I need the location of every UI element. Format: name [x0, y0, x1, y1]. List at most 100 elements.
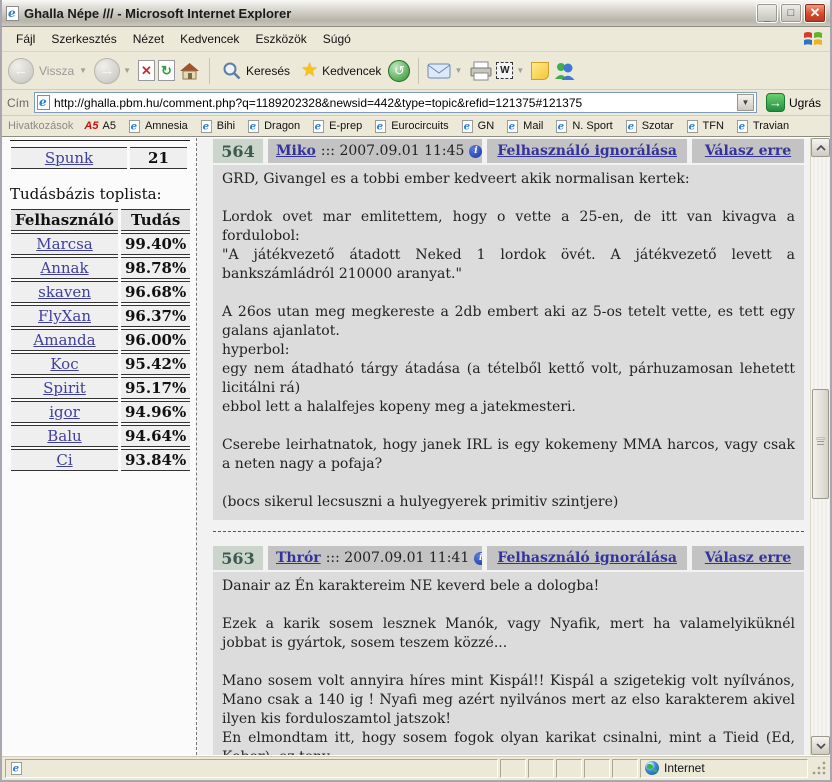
user-link-spunk[interactable]: Spunk	[45, 149, 93, 167]
menu-help[interactable]: Súgó	[315, 29, 359, 49]
author-link[interactable]: Miko	[276, 143, 316, 159]
forward-dropdown-icon[interactable]: ▼	[123, 66, 131, 75]
status-bar: Internet	[2, 755, 830, 780]
reply-cell: Válasz erre	[692, 139, 804, 163]
history-icon[interactable]: ↺	[388, 60, 410, 82]
column-user: Felhasználó	[11, 209, 118, 231]
stop-icon[interactable]: ✕	[138, 60, 155, 81]
link-mail[interactable]: Mail	[503, 118, 550, 135]
link-gn[interactable]: GN	[458, 118, 502, 135]
zone-label: Internet	[664, 761, 705, 775]
link-label: Szotar	[642, 120, 674, 132]
link-eprep[interactable]: E-prep	[309, 118, 369, 135]
user-link[interactable]: Annak	[40, 259, 88, 277]
link-travian[interactable]: Travian	[733, 118, 796, 135]
info-icon[interactable]: i	[474, 552, 482, 565]
edit-with-word-icon[interactable]: W	[496, 62, 513, 79]
menu-favorites[interactable]: Kedvencek	[172, 29, 247, 49]
scroll-up-button[interactable]	[811, 138, 830, 157]
link-bihi[interactable]: Bihi	[197, 118, 242, 135]
link-label: Bihi	[217, 120, 235, 132]
search-label: Keresés	[246, 64, 290, 78]
user-link[interactable]: Ci	[56, 451, 72, 469]
link-label: Amnesia	[145, 120, 188, 132]
address-input-wrap: ▼	[34, 92, 757, 113]
knowledge-value: 95.17%	[125, 379, 186, 397]
status-panel	[528, 759, 554, 778]
scrollbar-thumb[interactable]	[812, 389, 829, 499]
back-button[interactable]: ←	[8, 58, 34, 84]
menu-edit[interactable]: Szerkesztés	[43, 29, 124, 49]
edit-dropdown-icon[interactable]: ▼	[516, 66, 524, 75]
ignore-user-link[interactable]: Felhasználó ignorálása	[497, 550, 677, 566]
user-value: 21	[148, 149, 169, 167]
status-panel	[556, 759, 582, 778]
menu-file[interactable]: Fájl	[8, 29, 43, 49]
ie-page-icon	[626, 120, 637, 133]
discuss-note-icon[interactable]	[531, 62, 549, 80]
address-dropdown-icon[interactable]: ▼	[737, 94, 754, 111]
minimize-button[interactable]: _	[756, 3, 778, 23]
resize-grip[interactable]	[812, 761, 827, 776]
link-amnesia[interactable]: Amnesia	[125, 118, 195, 135]
user-link[interactable]: igor	[49, 403, 80, 421]
menu-view[interactable]: Nézet	[125, 29, 172, 49]
ignore-user-cell: Felhasználó ignorálása	[487, 139, 687, 163]
menu-tools[interactable]: Eszközök	[247, 29, 314, 49]
user-link[interactable]: Koc	[50, 355, 78, 373]
user-link[interactable]: skaven	[38, 283, 91, 301]
user-link[interactable]: FlyXan	[38, 307, 91, 325]
post-author-cell: Thrór ::: 2007.09.01 11:41 i	[268, 546, 482, 570]
scroll-down-button[interactable]	[811, 736, 830, 755]
column-knowledge: Tudás	[121, 209, 190, 231]
table-row: Koc95.42%	[11, 353, 190, 375]
info-icon[interactable]: i	[469, 145, 482, 158]
post-separator	[213, 531, 804, 532]
vertical-scrollbar[interactable]	[810, 138, 830, 755]
knowledge-value: 94.96%	[125, 403, 186, 421]
mail-icon[interactable]	[427, 62, 451, 80]
user-link[interactable]: Balu	[47, 427, 81, 445]
ignore-user-link[interactable]: Felhasználó ignorálása	[497, 143, 677, 159]
author-link[interactable]: Thrór	[276, 550, 321, 566]
user-link[interactable]: Marcsa	[36, 235, 93, 253]
spunk-table: Spunk 21	[8, 145, 190, 171]
address-label: Cím	[7, 96, 29, 110]
go-label: Ugrás	[789, 96, 821, 110]
link-label: Eurocircuits	[391, 120, 448, 132]
reply-link[interactable]: Válasz erre	[705, 550, 791, 566]
go-button[interactable]: → Ugrás	[762, 92, 825, 113]
favorites-button[interactable]: ★ Kedvencek	[297, 59, 385, 82]
user-link[interactable]: Amanda	[33, 331, 95, 349]
forum-thread: 564 Miko ::: 2007.09.01 11:45 i Felhaszn…	[197, 138, 810, 755]
user-link[interactable]: Spirit	[43, 379, 86, 397]
link-label: Travian	[753, 120, 789, 132]
messenger-icon[interactable]	[552, 61, 576, 81]
sidebar: Spunk 21 Tudásbázis toplista: Felhasznál…	[2, 138, 197, 755]
mail-dropdown-icon[interactable]: ▼	[454, 66, 462, 75]
table-row: Balu94.64%	[11, 425, 190, 447]
ie-page-icon	[462, 120, 473, 133]
forward-button[interactable]: →	[94, 58, 120, 84]
print-icon[interactable]	[469, 61, 493, 81]
maximize-button[interactable]: □	[780, 3, 802, 23]
refresh-icon[interactable]: ↻	[158, 60, 175, 81]
address-input[interactable]	[54, 96, 733, 110]
reply-link[interactable]: Válasz erre	[705, 143, 791, 159]
search-button[interactable]: Keresés	[218, 59, 294, 83]
back-dropdown-icon[interactable]: ▼	[79, 66, 87, 75]
scrollbar-track[interactable]	[811, 157, 830, 736]
chevron-up-icon	[816, 145, 826, 151]
link-eurocircuits[interactable]: Eurocircuits	[371, 118, 455, 135]
link-dragon[interactable]: Dragon	[244, 118, 307, 135]
post-meta: ::: 2007.09.01 11:41	[326, 550, 470, 566]
link-nsport[interactable]: N. Sport	[552, 118, 619, 135]
link-szotar[interactable]: Szotar	[622, 118, 681, 135]
close-button[interactable]: ✕	[804, 3, 826, 23]
link-a5[interactable]: A5 A5	[81, 119, 123, 133]
post-header: 563 Thrór ::: 2007.09.01 11:41 i Felhasz…	[213, 546, 804, 570]
status-panel	[612, 759, 638, 778]
home-icon[interactable]	[178, 60, 201, 82]
ie-page-icon	[201, 120, 212, 133]
link-tfn[interactable]: TFN	[683, 118, 731, 135]
